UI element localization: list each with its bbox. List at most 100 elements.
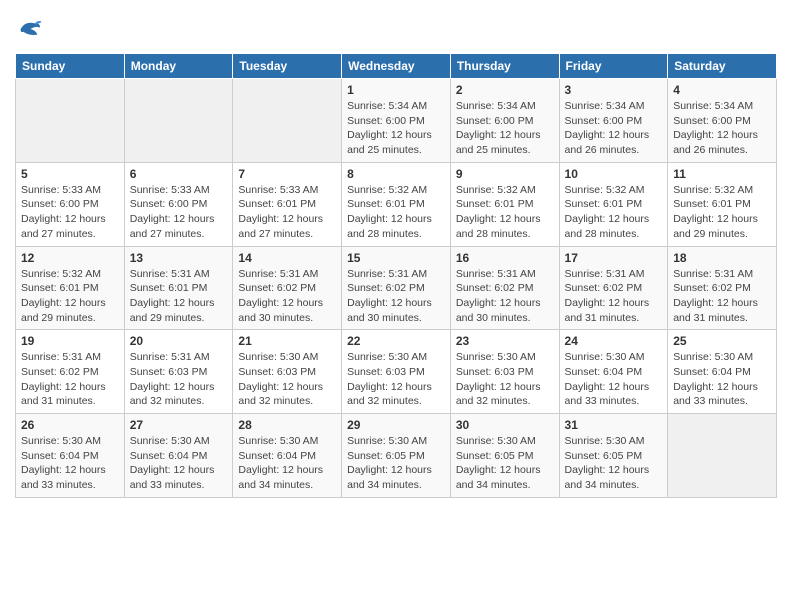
calendar-cell: 26 Sunrise: 5:30 AMSunset: 6:04 PMDayligh…	[16, 414, 125, 498]
calendar-cell: 4Sunrise: 5:34 AMSunset: 6:00 PMDaylight…	[668, 79, 777, 163]
day-number: 23	[456, 334, 554, 348]
calendar-week-4: 19Sunrise: 5:31 AMSunset: 6:02 PMDayligh…	[16, 330, 777, 414]
calendar-cell	[233, 79, 342, 163]
calendar-cell	[124, 79, 233, 163]
day-number: 5	[21, 167, 119, 181]
day-number: 18	[673, 251, 771, 265]
calendar-header-sunday: Sunday	[16, 54, 125, 79]
day-info: Sunrise: 5:30 AMSunset: 6:04 PMDaylight:…	[673, 350, 771, 409]
calendar-header-tuesday: Tuesday	[233, 54, 342, 79]
calendar-week-1: 1 Sunrise: 5:34 AMSunset: 6:00 PMDaylight…	[16, 79, 777, 163]
day-info: Sunrise: 5:34 AMSunset: 6:00 PMDaylight:…	[456, 99, 554, 158]
day-number: 26	[21, 418, 119, 432]
calendar-cell: 3 Sunrise: 5:34 AMSunset: 6:00 PMDaylight…	[559, 79, 668, 163]
day-info: Sunrise: 5:30 AMSunset: 6:03 PMDaylight:…	[347, 350, 445, 409]
day-number: 27	[130, 418, 228, 432]
calendar-week-3: 12Sunrise: 5:32 AMSunset: 6:01 PMDayligh…	[16, 246, 777, 330]
calendar-cell: 20 Sunrise: 5:31 AMSunset: 6:03 PMDayligh…	[124, 330, 233, 414]
calendar-cell: 29Sunrise: 5:30 AMSunset: 6:05 PMDayligh…	[342, 414, 451, 498]
day-info: Sunrise: 5:32 AMSunset: 6:01 PMDaylight:…	[347, 183, 445, 242]
day-number: 7	[238, 167, 336, 181]
day-info: Sunrise: 5:33 AMSunset: 6:01 PMDaylight:…	[238, 183, 336, 242]
day-number: 30	[456, 418, 554, 432]
day-info: Sunrise: 5:31 AMSunset: 6:02 PMDaylight:…	[347, 267, 445, 326]
calendar-table: SundayMondayTuesdayWednesdayThursdayFrid…	[15, 53, 777, 498]
calendar-cell: 8 Sunrise: 5:32 AMSunset: 6:01 PMDaylight…	[342, 162, 451, 246]
day-number: 14	[238, 251, 336, 265]
logo	[15, 15, 47, 43]
day-number: 29	[347, 418, 445, 432]
day-info: Sunrise: 5:30 AMSunset: 6:03 PMDaylight:…	[456, 350, 554, 409]
calendar-cell: 31 Sunrise: 5:30 AMSunset: 6:05 PMDayligh…	[559, 414, 668, 498]
day-number: 12	[21, 251, 119, 265]
calendar-cell: 9 Sunrise: 5:32 AMSunset: 6:01 PMDaylight…	[450, 162, 559, 246]
day-info: Sunrise: 5:32 AMSunset: 6:01 PMDaylight:…	[565, 183, 663, 242]
day-number: 8	[347, 167, 445, 181]
calendar-cell: 27 Sunrise: 5:30 AMSunset: 6:04 PMDayligh…	[124, 414, 233, 498]
calendar-header-wednesday: Wednesday	[342, 54, 451, 79]
day-info: Sunrise: 5:30 AMSunset: 6:04 PMDaylight:…	[565, 350, 663, 409]
day-info: Sunrise: 5:30 AMSunset: 6:04 PMDaylight:…	[130, 434, 228, 493]
calendar-cell: 18 Sunrise: 5:31 AMSunset: 6:02 PMDayligh…	[668, 246, 777, 330]
day-number: 25	[673, 334, 771, 348]
calendar-cell: 30 Sunrise: 5:30 AMSunset: 6:05 PMDayligh…	[450, 414, 559, 498]
calendar-header-monday: Monday	[124, 54, 233, 79]
day-info: Sunrise: 5:34 AMSunset: 6:00 PMDaylight:…	[565, 99, 663, 158]
calendar-cell: 12Sunrise: 5:32 AMSunset: 6:01 PMDayligh…	[16, 246, 125, 330]
day-info: Sunrise: 5:30 AMSunset: 6:04 PMDaylight:…	[21, 434, 119, 493]
day-info: Sunrise: 5:31 AMSunset: 6:02 PMDaylight:…	[238, 267, 336, 326]
calendar-cell: 19Sunrise: 5:31 AMSunset: 6:02 PMDayligh…	[16, 330, 125, 414]
day-number: 13	[130, 251, 228, 265]
day-info: Sunrise: 5:30 AMSunset: 6:04 PMDaylight:…	[238, 434, 336, 493]
day-number: 15	[347, 251, 445, 265]
day-info: Sunrise: 5:31 AMSunset: 6:03 PMDaylight:…	[130, 350, 228, 409]
day-number: 16	[456, 251, 554, 265]
day-number: 2	[456, 83, 554, 97]
day-info: Sunrise: 5:33 AMSunset: 6:00 PMDaylight:…	[130, 183, 228, 242]
calendar-cell: 5 Sunrise: 5:33 AMSunset: 6:00 PMDaylight…	[16, 162, 125, 246]
day-number: 24	[565, 334, 663, 348]
day-info: Sunrise: 5:31 AMSunset: 6:02 PMDaylight:…	[565, 267, 663, 326]
calendar-header-row: SundayMondayTuesdayWednesdayThursdayFrid…	[16, 54, 777, 79]
calendar-cell	[668, 414, 777, 498]
page-header	[15, 15, 777, 43]
day-number: 3	[565, 83, 663, 97]
calendar-cell: 6 Sunrise: 5:33 AMSunset: 6:00 PMDaylight…	[124, 162, 233, 246]
calendar-cell: 21Sunrise: 5:30 AMSunset: 6:03 PMDayligh…	[233, 330, 342, 414]
day-info: Sunrise: 5:31 AMSunset: 6:02 PMDaylight:…	[456, 267, 554, 326]
day-info: Sunrise: 5:34 AMSunset: 6:00 PMDaylight:…	[347, 99, 445, 158]
day-info: Sunrise: 5:31 AMSunset: 6:01 PMDaylight:…	[130, 267, 228, 326]
calendar-week-2: 5 Sunrise: 5:33 AMSunset: 6:00 PMDaylight…	[16, 162, 777, 246]
day-info: Sunrise: 5:34 AMSunset: 6:00 PMDaylight:…	[673, 99, 771, 158]
calendar-body: 1 Sunrise: 5:34 AMSunset: 6:00 PMDaylight…	[16, 79, 777, 498]
calendar-cell: 24 Sunrise: 5:30 AMSunset: 6:04 PMDayligh…	[559, 330, 668, 414]
calendar-cell	[16, 79, 125, 163]
calendar-cell: 1 Sunrise: 5:34 AMSunset: 6:00 PMDaylight…	[342, 79, 451, 163]
day-info: Sunrise: 5:31 AMSunset: 6:02 PMDaylight:…	[673, 267, 771, 326]
day-number: 28	[238, 418, 336, 432]
calendar-header-friday: Friday	[559, 54, 668, 79]
calendar-cell: 13 Sunrise: 5:31 AMSunset: 6:01 PMDayligh…	[124, 246, 233, 330]
calendar-cell: 7 Sunrise: 5:33 AMSunset: 6:01 PMDaylight…	[233, 162, 342, 246]
day-number: 6	[130, 167, 228, 181]
day-number: 31	[565, 418, 663, 432]
calendar-cell: 25 Sunrise: 5:30 AMSunset: 6:04 PMDayligh…	[668, 330, 777, 414]
day-number: 20	[130, 334, 228, 348]
calendar-cell: 11Sunrise: 5:32 AMSunset: 6:01 PMDayligh…	[668, 162, 777, 246]
day-info: Sunrise: 5:30 AMSunset: 6:05 PMDaylight:…	[456, 434, 554, 493]
calendar-cell: 15 Sunrise: 5:31 AMSunset: 6:02 PMDayligh…	[342, 246, 451, 330]
calendar-header-thursday: Thursday	[450, 54, 559, 79]
logo-icon	[15, 15, 43, 43]
calendar-cell: 23 Sunrise: 5:30 AMSunset: 6:03 PMDayligh…	[450, 330, 559, 414]
day-info: Sunrise: 5:30 AMSunset: 6:05 PMDaylight:…	[565, 434, 663, 493]
day-number: 22	[347, 334, 445, 348]
calendar-cell: 16 Sunrise: 5:31 AMSunset: 6:02 PMDayligh…	[450, 246, 559, 330]
calendar-header-saturday: Saturday	[668, 54, 777, 79]
calendar-cell: 22 Sunrise: 5:30 AMSunset: 6:03 PMDayligh…	[342, 330, 451, 414]
day-number: 9	[456, 167, 554, 181]
day-info: Sunrise: 5:32 AMSunset: 6:01 PMDaylight:…	[456, 183, 554, 242]
day-number: 1	[347, 83, 445, 97]
day-info: Sunrise: 5:33 AMSunset: 6:00 PMDaylight:…	[21, 183, 119, 242]
day-number: 21	[238, 334, 336, 348]
day-info: Sunrise: 5:32 AMSunset: 6:01 PMDaylight:…	[673, 183, 771, 242]
